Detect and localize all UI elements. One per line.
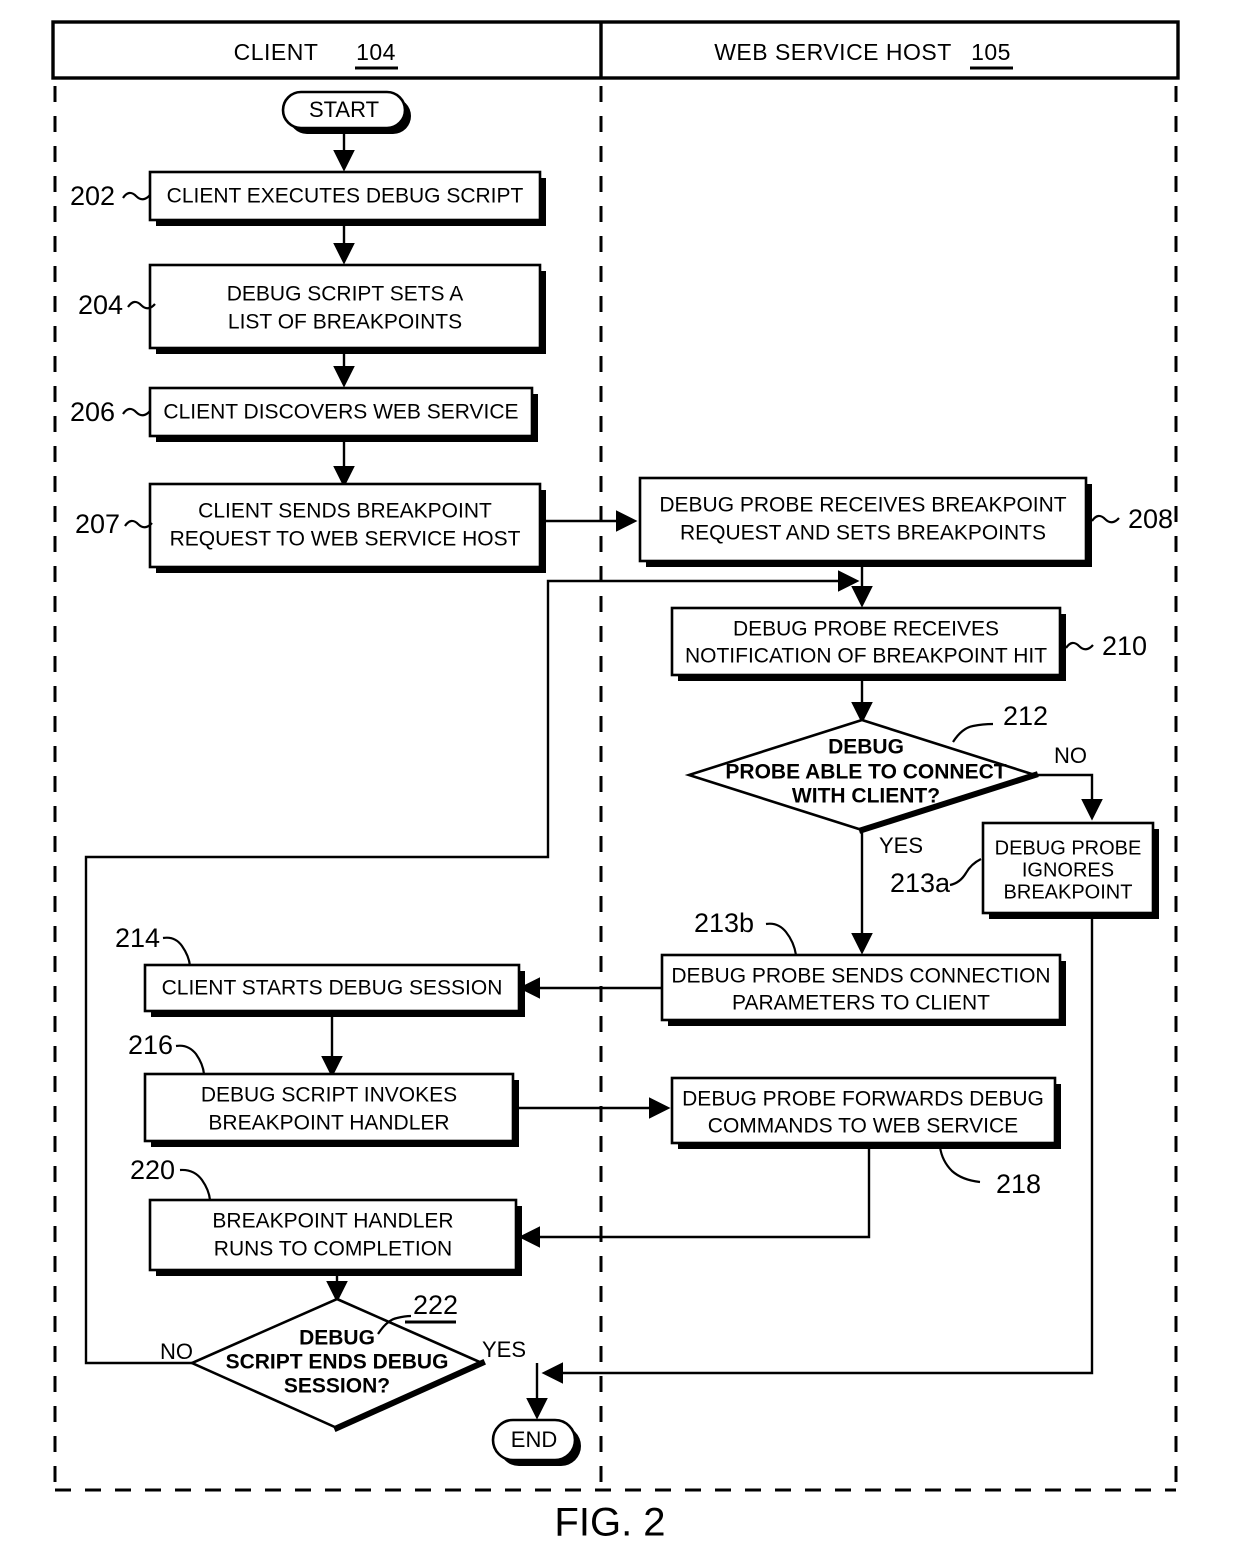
lane-header-client: CLIENT 104 [234,39,398,70]
node-216-label-line1: DEBUG SCRIPT INVOKES [201,1084,457,1107]
leader-220 [179,1168,212,1201]
node-213a-label-line1: DEBUG PROBE [995,837,1142,859]
node-204-label-line1: DEBUG SCRIPT SETS A [227,283,464,306]
node-202-label: CLIENT EXECUTES DEBUG SCRIPT [167,185,524,208]
node-222-label-line1: DEBUG [299,1327,375,1350]
node-213b-label-line2: PARAMETERS TO CLIENT [732,992,990,1015]
node-208-label-line2: REQUEST AND SETS BREAKPOINTS [680,522,1046,545]
leader-208 [1091,514,1120,524]
leader-214 [162,936,192,967]
node-213b: DEBUG PROBE SENDS CONNECTION PARAMETERS … [660,908,1066,1026]
node-218-label-line2: COMMANDS TO WEB SERVICE [708,1115,1018,1138]
leader-216 [175,1044,206,1075]
terminator-end: END [491,1418,581,1466]
leader-210 [1065,641,1094,651]
leader-212 [952,722,994,743]
leader-206 [122,407,151,417]
node-207: CLIENT SENDS BREAKPOINT REQUEST TO WEB S… [75,482,546,573]
node-212-label-line3: WITH CLIENT? [792,785,940,808]
node-222-label-line3: SESSION? [284,1375,390,1398]
node-207-box [148,482,542,569]
node-204-box [148,263,542,350]
node-212-label-line2: PROBE ABLE TO CONNECT [725,761,1006,784]
ref-218: 218 [996,1169,1041,1199]
end-label: END [511,1427,557,1452]
leader-213a [949,858,982,887]
node-218-label-line1: DEBUG PROBE FORWARDS DEBUG [682,1088,1044,1111]
node-220-label-line2: RUNS TO COMPLETION [214,1238,452,1261]
node-222-label-line2: SCRIPT ENDS DEBUG [226,1351,449,1374]
leader-213b [765,922,798,956]
node-210: DEBUG PROBE RECEIVES NOTIFICATION OF BRE… [670,606,1147,681]
ref-213b: 213b [694,908,754,938]
node-204-label-line2: LIST OF BREAKPOINTS [228,311,462,334]
ref-210: 210 [1102,631,1147,661]
node-213b-label-line1: DEBUG PROBE SENDS CONNECTION [671,965,1050,988]
flowchart-canvas: CLIENT 104 WEB SERVICE HOST 105 START CL… [51,20,1180,1545]
terminator-start: START [281,90,411,134]
ref-206: 206 [70,397,115,427]
node-212-label-line1: DEBUG [828,736,904,759]
node-208-box [638,476,1088,563]
node-216-label-line2: BREAKPOINT HANDLER [208,1112,449,1135]
branch-label-212-yes: YES [879,833,923,858]
lane-ref-client: 104 [356,39,396,65]
leader-207 [124,519,153,529]
node-214-label: CLIENT STARTS DEBUG SESSION [162,977,503,1000]
node-214: CLIENT STARTS DEBUG SESSION 214 [115,923,525,1017]
ref-222: 222 [413,1290,458,1320]
start-label: START [309,97,379,122]
node-206-label: CLIENT DISCOVERS WEB SERVICE [163,401,518,424]
edge-212-no-to-213a [1035,773,1103,821]
branch-label-212-no: NO [1054,743,1087,768]
node-218: DEBUG PROBE FORWARDS DEBUG COMMANDS TO W… [670,1076,1061,1199]
ref-213a: 213a [890,868,951,898]
node-210-label-line2: NOTIFICATION OF BREAKPOINT HIT [685,645,1047,668]
ref-208: 208 [1128,504,1173,534]
node-208-label-line1: DEBUG PROBE RECEIVES BREAKPOINT [659,494,1066,517]
node-216: DEBUG SCRIPT INVOKES BREAKPOINT HANDLER … [128,1030,519,1147]
ref-204: 204 [78,290,123,320]
node-220: BREAKPOINT HANDLER RUNS TO COMPLETION 22… [130,1155,522,1276]
node-213a: DEBUG PROBE IGNORES BREAKPOINT 213a [890,821,1159,919]
node-204: DEBUG SCRIPT SETS A LIST OF BREAKPOINTS … [78,263,546,354]
node-202: CLIENT EXECUTES DEBUG SCRIPT 202 [70,170,546,226]
node-220-label-line1: BREAKPOINT HANDLER [212,1210,453,1233]
edge-218-to-220 [518,1143,871,1248]
node-208: DEBUG PROBE RECEIVES BREAKPOINT REQUEST … [638,476,1173,567]
lane-ref-web-service-host: 105 [971,39,1011,65]
node-222-decision: DEBUG SCRIPT ENDS DEBUG SESSION? 222 NO … [160,1290,526,1432]
branch-label-222-yes: YES [482,1337,526,1362]
leader-218 [938,1146,981,1184]
node-207-label-line1: CLIENT SENDS BREAKPOINT [198,500,492,523]
node-213a-label-line3: BREAKPOINT [1004,881,1133,903]
ref-214: 214 [115,923,160,953]
lane-title-client: CLIENT [234,39,319,65]
node-210-label-line1: DEBUG PROBE RECEIVES [733,618,999,641]
node-206: CLIENT DISCOVERS WEB SERVICE 206 [70,386,538,442]
ref-216: 216 [128,1030,173,1060]
node-207-label-line2: REQUEST TO WEB SERVICE HOST [170,528,521,551]
ref-207: 207 [75,509,120,539]
lane-header-web-service-host: WEB SERVICE HOST 105 [714,39,1013,70]
ref-220: 220 [130,1155,175,1185]
leader-202 [122,191,151,201]
lane-title-web-service-host: WEB SERVICE HOST [714,39,952,65]
branch-label-222-no: NO [160,1339,193,1364]
ref-202: 202 [70,181,115,211]
ref-212: 212 [1003,701,1048,731]
figure-caption: FIG. 2 [554,1501,665,1545]
figure-2-flowchart: CLIENT 104 WEB SERVICE HOST 105 START CL… [0,0,1240,1568]
node-213a-label-line2: IGNORES [1022,859,1114,881]
